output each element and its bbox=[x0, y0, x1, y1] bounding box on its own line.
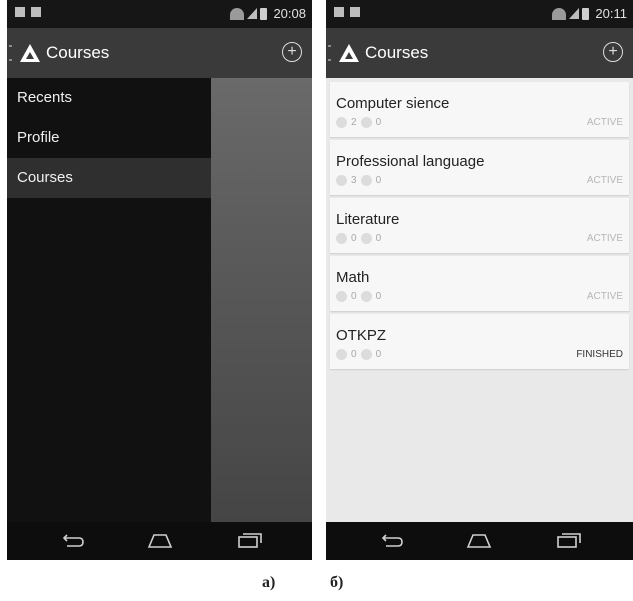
stat-count: 2 bbox=[351, 117, 357, 128]
notification-icon bbox=[334, 7, 344, 17]
signal-icon bbox=[247, 8, 258, 19]
drawer-indicator-icon[interactable] bbox=[328, 45, 331, 61]
course-item-otkpz[interactable]: OTKPZ 0 0 FINISHED bbox=[330, 314, 629, 369]
stat-count: 0 bbox=[375, 117, 382, 128]
back-icon[interactable] bbox=[62, 531, 84, 549]
course-list: Computer sience 2 0 ACTIVE Professional … bbox=[326, 78, 633, 522]
stat-count: 0 bbox=[375, 233, 382, 244]
phone-screen-b: 20:11 Courses + Computer sience 2 0 ACTI… bbox=[326, 0, 633, 560]
add-circle-icon[interactable]: + bbox=[603, 42, 623, 62]
battery-icon bbox=[582, 7, 590, 20]
drawer-item-courses[interactable]: Courses bbox=[7, 158, 211, 198]
status-bar: 20:08 bbox=[7, 0, 312, 28]
stat-icon bbox=[360, 175, 372, 186]
course-name: Professional language bbox=[336, 153, 485, 170]
navigation-drawer: Recents Profile Courses bbox=[7, 78, 211, 522]
caption-a: а) bbox=[262, 574, 276, 591]
battery-icon bbox=[260, 7, 268, 20]
stat-icon bbox=[336, 175, 347, 186]
course-name: OTKPZ bbox=[336, 327, 387, 344]
caption-b: б) bbox=[330, 574, 344, 591]
page-title: Courses bbox=[365, 43, 429, 62]
recents-icon[interactable] bbox=[556, 531, 581, 549]
status-time: 20:11 bbox=[595, 6, 627, 21]
home-icon[interactable] bbox=[147, 531, 173, 549]
notification-icons bbox=[334, 7, 366, 22]
course-stats: 2 0 bbox=[336, 117, 381, 128]
phone-screen-a: 20:08 Courses + Recents Profile Courses bbox=[7, 0, 312, 560]
stat-icon bbox=[360, 233, 372, 244]
course-name: Computer sience bbox=[336, 95, 450, 112]
course-name: Math bbox=[336, 269, 370, 286]
notification-icon bbox=[15, 7, 25, 17]
stat-icon bbox=[336, 349, 347, 360]
status-bar: 20:11 bbox=[326, 0, 633, 28]
course-stats: 3 0 bbox=[336, 175, 381, 186]
course-item-literature[interactable]: Literature 0 0 ACTIVE bbox=[330, 198, 629, 253]
course-item-professional-language[interactable]: Professional language 3 0 ACTIVE bbox=[330, 140, 629, 195]
stat-count: 3 bbox=[351, 175, 357, 186]
stat-icon bbox=[336, 233, 347, 244]
drawer-indicator-icon[interactable] bbox=[9, 45, 12, 61]
content-scrim[interactable] bbox=[211, 78, 312, 522]
course-stats: 0 0 bbox=[336, 349, 381, 360]
drawer-item-profile[interactable]: Profile bbox=[7, 118, 211, 158]
stat-icon bbox=[360, 349, 372, 360]
navigation-bar bbox=[326, 522, 633, 560]
stat-count: 0 bbox=[351, 349, 357, 360]
stat-count: 0 bbox=[351, 291, 357, 302]
stat-icon bbox=[360, 291, 372, 302]
status-icons: 20:08 bbox=[230, 6, 306, 21]
stat-icon bbox=[360, 117, 372, 128]
page-title: Courses bbox=[46, 43, 110, 62]
course-name: Literature bbox=[336, 211, 400, 228]
stat-icon bbox=[336, 117, 347, 128]
status-badge: FINISHED bbox=[576, 349, 623, 360]
app-logo-icon[interactable] bbox=[20, 44, 40, 62]
navigation-bar bbox=[7, 522, 312, 560]
status-badge: ACTIVE bbox=[586, 233, 623, 244]
back-icon[interactable] bbox=[381, 531, 403, 549]
status-time: 20:08 bbox=[273, 6, 306, 21]
stat-count: 0 bbox=[375, 175, 382, 186]
drawer-item-recents[interactable]: Recents bbox=[7, 78, 211, 118]
app-logo-icon[interactable] bbox=[339, 44, 359, 62]
course-item-math[interactable]: Math 0 0 ACTIVE bbox=[330, 256, 629, 311]
stat-count: 0 bbox=[375, 291, 382, 302]
stat-count: 0 bbox=[351, 233, 357, 244]
notification-icons bbox=[15, 7, 47, 22]
course-item-computer-sience[interactable]: Computer sience 2 0 ACTIVE bbox=[330, 82, 629, 137]
status-icons: 20:11 bbox=[552, 6, 627, 21]
action-bar: Courses + bbox=[7, 28, 312, 78]
status-badge: ACTIVE bbox=[586, 117, 623, 128]
stat-count: 0 bbox=[375, 349, 382, 360]
status-badge: ACTIVE bbox=[586, 291, 623, 302]
action-bar: Courses + bbox=[326, 28, 633, 78]
course-stats: 0 0 bbox=[336, 233, 381, 244]
course-stats: 0 0 bbox=[336, 291, 381, 302]
home-icon[interactable] bbox=[466, 531, 492, 549]
signal-icon bbox=[569, 8, 580, 19]
notification-icon bbox=[31, 7, 41, 17]
recents-icon[interactable] bbox=[237, 531, 262, 549]
wifi-icon bbox=[230, 7, 245, 20]
status-badge: ACTIVE bbox=[586, 175, 623, 186]
notification-icon bbox=[350, 7, 360, 17]
stat-icon bbox=[336, 291, 347, 302]
add-circle-icon[interactable]: + bbox=[282, 42, 302, 62]
wifi-icon bbox=[552, 7, 567, 20]
